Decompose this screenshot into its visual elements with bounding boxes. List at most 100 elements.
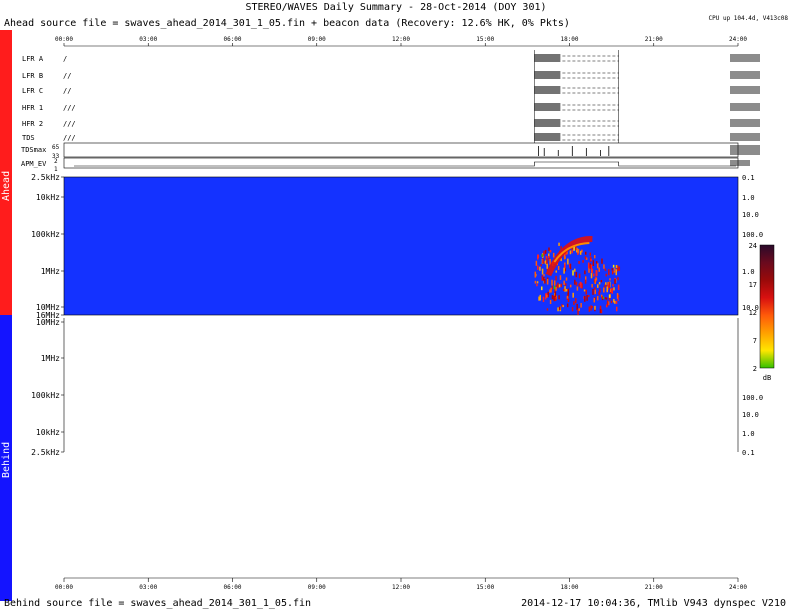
time-tick-top-1: 03:00 xyxy=(139,36,157,43)
ahead-burst-pixel-84 xyxy=(615,300,618,305)
ahead-burst-pixel-146 xyxy=(591,284,593,288)
ahead-ytick-right-1: 1.0 xyxy=(742,194,755,202)
ahead-burst-pixel-111 xyxy=(576,286,579,291)
hk-row-right-code-3 xyxy=(730,103,760,111)
ahead-burst-pixel-79 xyxy=(553,295,555,301)
ahead-burst-pixel-257 xyxy=(613,287,615,291)
ahead-burst-pixel-89 xyxy=(616,293,619,299)
colorbar-tick-2: 12 xyxy=(749,309,757,317)
colorbar-tick-0: 24 xyxy=(749,242,757,250)
time-tick-top-2: 06:00 xyxy=(223,36,241,43)
ahead-burst-pixel-81 xyxy=(558,242,560,246)
ahead-burst-pixel-177 xyxy=(596,296,599,301)
ahead-burst-pixel-138 xyxy=(542,296,545,303)
ahead-burst-pixel-5 xyxy=(571,307,574,312)
footer-timestamp: 2014-12-17 10:04:36, TMlib V943 dynspec … xyxy=(521,598,786,609)
behind-ytick-left-3: 10kHz xyxy=(36,428,60,437)
ahead-burst-pixel-132 xyxy=(591,305,593,309)
ahead-burst-pixel-209 xyxy=(580,303,582,308)
ahead-burst-pixel-199 xyxy=(555,286,557,291)
ahead-burst-pixel-112 xyxy=(555,275,557,281)
hk-row-code-2 xyxy=(534,86,561,94)
ahead-heatmap-background xyxy=(63,176,739,316)
hk-row-code-5 xyxy=(534,133,561,141)
ahead-burst-pixel-45 xyxy=(555,270,558,273)
ahead-burst-pixel-221 xyxy=(607,281,609,285)
time-tick-bottom-6: 18:00 xyxy=(560,584,578,591)
dynamic-spectrum-chart: 00:00 00:00 03:00 03:00 06:00 06:00 09:00 09:00… xyxy=(21,36,775,591)
colorbar-tick-1: 17 xyxy=(749,281,757,289)
ahead-burst-pixel-219 xyxy=(599,288,601,293)
ahead-burst-pixel-129 xyxy=(611,270,614,275)
ahead-burst-pixel-195 xyxy=(578,308,580,311)
ahead-burst-pixel-253 xyxy=(593,297,596,303)
ahead-burst-pixel-97 xyxy=(535,260,538,266)
ahead-burst-pixel-139 xyxy=(569,284,572,288)
ahead-burst-pixel-62 xyxy=(579,250,582,255)
ahead-burst-pixel-180 xyxy=(610,300,613,304)
ahead-burst-pixel-246 xyxy=(544,279,546,284)
ahead-burst-pixel-66 xyxy=(541,268,544,275)
ahead-burst-pixel-231 xyxy=(604,268,607,271)
ahead-burst-pixel-256 xyxy=(563,267,565,274)
behind-ytick-left-0: 10MHz xyxy=(36,318,60,327)
ahead-burst-pixel-217 xyxy=(603,264,605,269)
ahead-burst-pixel-92 xyxy=(589,252,592,256)
ahead-burst-pixel-32 xyxy=(578,273,581,279)
ahead-burst-pixel-140 xyxy=(575,271,578,277)
time-tick-bottom-2: 06:00 xyxy=(223,584,241,591)
apm-tick-1: 1 xyxy=(54,166,58,173)
hk-row-marks-2: // xyxy=(63,87,71,95)
ahead-burst-pixel-237 xyxy=(592,288,594,295)
ahead-burst-pixel-41 xyxy=(577,248,580,254)
time-tick-top-8: 24:00 xyxy=(729,36,747,43)
ahead-burst-pixel-232 xyxy=(537,265,539,270)
ahead-burst-pixel-175 xyxy=(593,273,595,277)
ahead-burst-pixel-73 xyxy=(613,267,616,271)
ahead-ytick-left-3: 1MHz xyxy=(41,267,60,276)
ahead-burst-pixel-245 xyxy=(595,277,598,281)
hk-row-code-3 xyxy=(534,103,561,111)
ahead-burst-pixel-251 xyxy=(590,273,593,279)
hk-row-right-code-1 xyxy=(730,71,760,79)
ahead-burst-pixel-33 xyxy=(576,304,578,310)
ahead-ytick-right-2: 10.0 xyxy=(742,211,759,219)
ahead-burst-pixel-85 xyxy=(566,303,569,308)
ahead-ytick-left-2: 100kHz xyxy=(31,230,60,239)
apm-label: APM_EV xyxy=(21,160,47,168)
apm-panel xyxy=(63,157,739,169)
ahead-burst-pixel-197 xyxy=(606,286,608,293)
ahead-burst-pixel-167 xyxy=(587,262,590,269)
ahead-burst-pixel-193 xyxy=(594,287,596,290)
ahead-burst-pixel-23 xyxy=(536,283,538,287)
ahead-burst-pixel-258 xyxy=(584,279,587,284)
time-tick-bottom-8: 24:00 xyxy=(729,584,747,591)
hk-row-label-5: TDS xyxy=(22,134,35,142)
ahead-burst-pixel-181 xyxy=(584,256,587,260)
hk-row-right-code-2 xyxy=(730,86,760,94)
time-tick-top-0: 00:00 xyxy=(55,36,73,43)
ahead-burst-pixel-49 xyxy=(557,266,560,270)
ahead-burst-pixel-152 xyxy=(578,260,580,264)
apm-trace xyxy=(74,161,736,167)
ahead-burst-pixel-150 xyxy=(611,268,614,271)
ahead-burst-pixel-230 xyxy=(590,258,592,261)
ahead-burst-pixel-235 xyxy=(559,275,562,280)
ahead-burst-pixel-210 xyxy=(599,305,602,310)
behind-ytick-right-3: 0.1 xyxy=(742,449,755,457)
colorbar-tick-4: 2 xyxy=(753,365,757,373)
ahead-burst-pixel-206 xyxy=(594,305,596,310)
hk-row-label-1: LFR B xyxy=(22,72,43,80)
ahead-burst-pixel-133 xyxy=(563,280,565,285)
hk-row-label-4: HFR 2 xyxy=(22,120,43,128)
ahead-burst-pixel-171 xyxy=(610,287,613,293)
ahead-burst-pixel-183 xyxy=(591,268,594,273)
ahead-burst-pixel-203 xyxy=(551,295,554,300)
ahead-burst-pixel-149 xyxy=(595,270,597,276)
behind-ytick-right-0: 100.0 xyxy=(742,394,763,402)
tds-tick-0: 65 xyxy=(52,144,60,151)
ahead-burst-pixel-0 xyxy=(575,281,578,286)
ahead-burst-pixel-28 xyxy=(572,292,574,298)
ahead-burst-pixel-72 xyxy=(539,266,541,271)
ahead-burst-pixel-226 xyxy=(582,260,584,263)
